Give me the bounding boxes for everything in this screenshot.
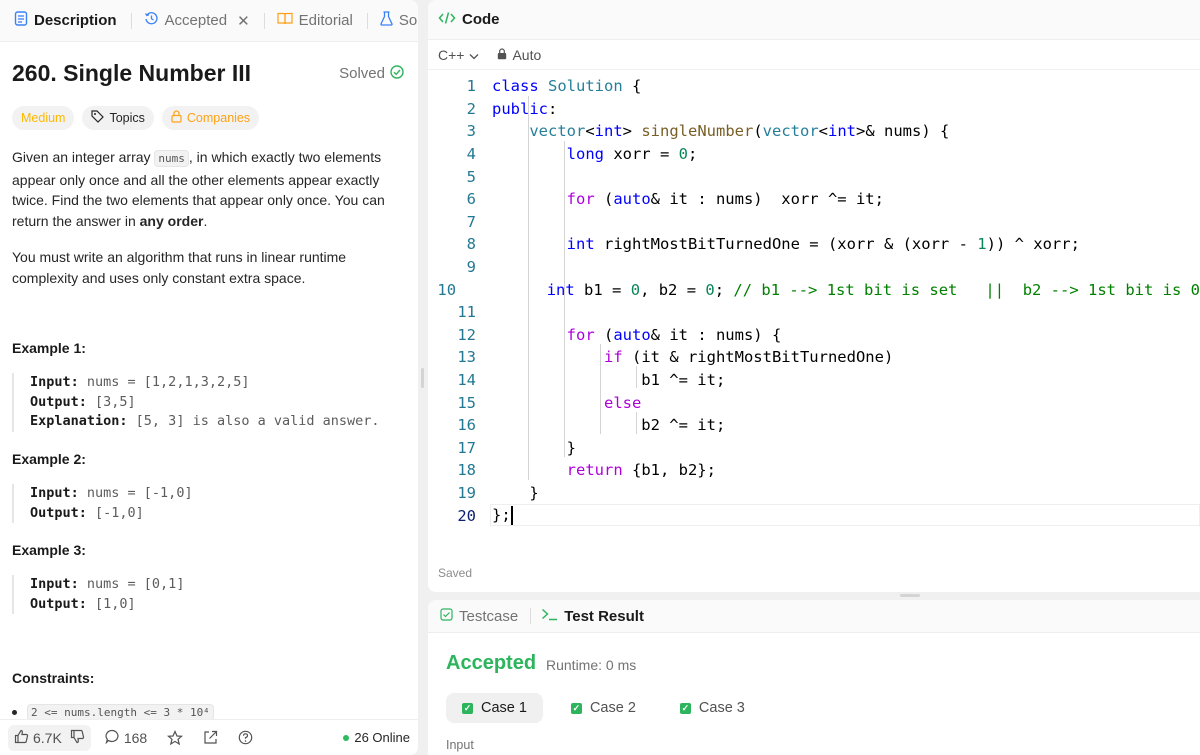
result-tab-bar: Testcase Test Result <box>428 600 1200 633</box>
description-paragraph: Given an integer array nums, in which ex… <box>12 149 385 229</box>
code-line: 8 int rightMostBitTurnedOne = (xorr & (x… <box>466 235 1080 254</box>
thumbs-down-icon[interactable] <box>70 729 85 747</box>
code-toolbar: C++ Auto <box>428 40 1200 70</box>
check-icon: ✓ <box>462 702 473 714</box>
code-icon <box>438 11 456 29</box>
like-button[interactable]: 6.7K <box>14 729 62 747</box>
case-tab[interactable]: ✓ Case 2 <box>555 693 652 723</box>
code-line: 15 else <box>457 393 642 412</box>
left-tab-bar: Description Accepted ✕ Editorial Solutio… <box>0 0 418 42</box>
description-panel: Description Accepted ✕ Editorial Solutio… <box>0 0 418 755</box>
close-icon[interactable]: ✕ <box>237 12 250 30</box>
code-line: 1 class Solution { <box>466 77 642 96</box>
chevron-down-icon <box>469 47 479 63</box>
example-box: Input: nums = [1,2,1,3,2,5] Output: [3,5… <box>12 373 380 432</box>
example-box: Input: nums = [0,1] Output: [1,0] <box>12 575 184 614</box>
check-icon: ✓ <box>679 702 691 714</box>
case-tab[interactable]: ✓ Case 1 <box>446 693 543 723</box>
case-tabs: ✓ Case 1 ✓ Case 2 ✓ Case 3 <box>446 693 761 723</box>
topics-button[interactable]: Topics <box>82 106 154 130</box>
code-line: 5 <box>466 167 476 186</box>
result-status: Accepted <box>446 652 537 674</box>
history-icon <box>144 11 159 30</box>
online-dot <box>343 734 350 741</box>
solved-status: Solved <box>339 64 404 83</box>
tab-divider <box>530 608 532 624</box>
description-footer: 6.7K 168 26 Online <box>0 719 418 755</box>
companies-button[interactable]: Companies <box>161 106 260 130</box>
vertical-resize-handle[interactable] <box>421 368 424 388</box>
code-line: 2 public: <box>466 99 558 118</box>
help-icon[interactable] <box>238 730 253 745</box>
case-tab[interactable]: ✓ Case 3 <box>664 693 761 723</box>
book-icon <box>277 12 293 29</box>
code-panel: Code C++ Auto 1 class Solution { 2 public:… <box>428 0 1200 592</box>
code-line: 3 vector<int> singleNumber(vector<int>& … <box>466 122 950 141</box>
code-line: 6 for (auto& it : nums) xorr ^= it; <box>466 190 884 209</box>
auto-mode[interactable]: Auto <box>497 47 541 63</box>
flask-icon <box>380 11 393 30</box>
tab-editorial[interactable]: Editorial <box>271 0 374 42</box>
example-title: Example 1: <box>12 340 86 356</box>
code-line: 11 <box>457 303 476 322</box>
result-panel: Testcase Test Result Accepted Runtime: 0… <box>428 600 1200 755</box>
constraints-title: Constraints: <box>12 670 95 686</box>
code-line: 19 } <box>457 483 539 502</box>
code-line: 10 int b1 = 0, b2 = 0; // b1 --> 1st bit… <box>437 280 1200 299</box>
problem-title[interactable]: 260. Single Number III <box>12 60 251 87</box>
code-line: 7 <box>466 212 476 231</box>
example-title: Example 2: <box>12 451 86 467</box>
online-count: 26 Online <box>343 730 410 745</box>
problem-header: 260. Single Number III Solved <box>12 60 404 87</box>
vote-group: 6.7K <box>8 724 91 751</box>
example-title: Example 3: <box>12 542 86 558</box>
check-circle-icon <box>390 64 404 83</box>
terminal-icon <box>541 608 558 625</box>
check-icon: ✓ <box>570 702 582 714</box>
code-line: 18 return {b1, b2}; <box>457 461 716 480</box>
tab-solutions[interactable]: Solutions <box>374 0 418 42</box>
code-editor[interactable]: 1 class Solution { 2 public: 3 vector<int>… <box>428 75 1200 527</box>
tab-description[interactable]: Description <box>8 0 138 42</box>
lock-icon <box>171 110 182 126</box>
document-icon <box>14 11 28 30</box>
example-box: Input: nums = [-1,0] Output: [-1,0] <box>12 484 193 523</box>
tab-divider <box>366 12 368 29</box>
code-panel-header: Code <box>428 0 1200 40</box>
horizontal-resize-handle[interactable] <box>900 594 920 597</box>
bullet <box>12 710 17 715</box>
inline-code: nums <box>154 150 189 167</box>
code-line: 13 if (it & rightMostBitTurnedOne) <box>457 348 894 367</box>
problem-chips: Medium Topics Companies <box>12 106 260 130</box>
difficulty-badge: Medium <box>12 106 75 130</box>
code-line: 20}; <box>457 506 513 526</box>
tab-divider <box>263 12 265 29</box>
comment-icon <box>105 729 120 747</box>
star-icon[interactable] <box>167 729 184 746</box>
thumbs-up-icon <box>14 729 29 747</box>
language-select[interactable]: C++ <box>438 47 479 63</box>
description-paragraph: You must write an algorithm that runs in… <box>12 249 347 286</box>
code-line: 12 for (auto& it : nums) { <box>457 325 782 344</box>
tab-divider <box>130 12 132 29</box>
code-line: 14 b1 ^= it; <box>457 371 726 390</box>
code-line: 9 <box>466 258 476 277</box>
text-cursor <box>510 506 513 526</box>
tag-icon <box>91 110 105 126</box>
lock-icon <box>497 47 507 63</box>
code-line: 4 long xorr = 0; <box>466 145 698 164</box>
comments-button[interactable]: 168 <box>105 729 147 747</box>
code-line: 17 } <box>457 438 576 457</box>
runtime-label: Runtime: 0 ms <box>546 657 637 673</box>
save-status: Saved <box>438 566 473 580</box>
problem-description: Given an integer array nums, in which ex… <box>12 147 407 304</box>
tab-testcase[interactable]: Testcase <box>440 608 518 625</box>
tab-test-result[interactable]: Test Result <box>541 608 644 625</box>
share-icon[interactable] <box>203 730 218 745</box>
checkbox-icon <box>440 607 453 625</box>
input-label: Input <box>446 738 474 752</box>
code-line: 16 b2 ^= it; <box>457 416 726 435</box>
tab-accepted[interactable]: Accepted ✕ <box>138 0 271 42</box>
